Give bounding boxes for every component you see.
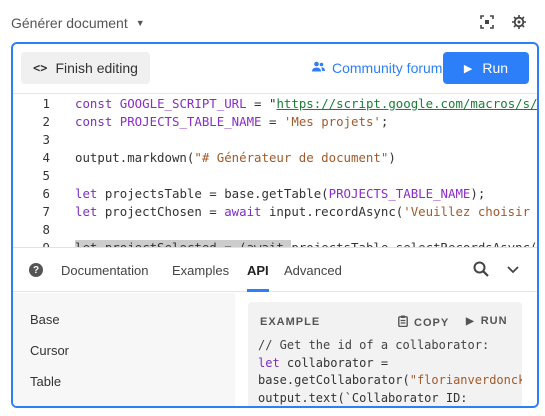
header-icons <box>479 14 527 30</box>
community-forum-label: Community forum <box>332 60 443 76</box>
example-code-line: // Get the id of a collaborator: <box>258 338 490 352</box>
block-title: Générer document <box>11 15 128 31</box>
code-line[interactable]: 6 let projectsTable = base.getTable(PROJE… <box>13 185 537 203</box>
copy-label: COPY <box>414 316 450 329</box>
code-editor[interactable]: 1 const GOOGLE_SCRIPT_URL = "https://scri… <box>13 95 537 247</box>
code-text: output.markdown("# Générateur de documen… <box>75 150 396 165</box>
finish-editing-label: Finish editing <box>55 60 138 76</box>
block-title-dropdown[interactable]: Générer document ▼ <box>11 15 145 31</box>
editor-toolbar: <> Finish editing Community forum ▶ Run <box>13 44 537 94</box>
users-icon <box>312 61 325 75</box>
code-line[interactable]: 8 <box>13 221 537 239</box>
docs-tab-bar: ? Documentation Examples API Advanced <box>13 248 537 292</box>
clipboard-icon <box>398 315 408 330</box>
chevron-down-icon[interactable] <box>506 262 520 276</box>
tab-documentation[interactable]: Documentation <box>61 263 148 278</box>
sidebar-item-table[interactable]: Table <box>30 374 61 389</box>
run-label: Run <box>482 60 509 76</box>
code-text: let projectsTable = base.getTable(PROJEC… <box>75 186 486 201</box>
code-text: const PROJECTS_TABLE_NAME = 'Mes projets… <box>75 114 389 129</box>
settings-icon[interactable] <box>511 14 527 30</box>
line-number: 9 <box>13 239 50 247</box>
search-icon[interactable] <box>473 261 489 277</box>
sidebar-item-cursor[interactable]: Cursor <box>30 343 69 358</box>
example-code-line: let collaborator = <box>258 355 389 370</box>
line-number: 4 <box>42 150 50 165</box>
line-number: 5 <box>42 168 50 183</box>
help-icon[interactable]: ? <box>29 263 43 277</box>
caret-down-icon: ▼ <box>135 18 145 28</box>
line-number: 8 <box>42 222 50 237</box>
active-tab-indicator <box>247 289 269 292</box>
example-code-box: EXAMPLE COPY ▶ RUN // Get the id of a co… <box>248 302 522 406</box>
tab-api[interactable]: API <box>247 263 269 278</box>
line-number: 2 <box>42 114 50 129</box>
example-code: // Get the id of a collaborator: let coll… <box>258 337 522 406</box>
code-text: let projectSelected = (await projectsTab… <box>75 239 537 247</box>
documentation-panel: ? Documentation Examples API Advanced Ba… <box>13 247 537 406</box>
copy-button[interactable]: COPY <box>398 315 449 330</box>
code-line[interactable]: 1 const GOOGLE_SCRIPT_URL = "https://scri… <box>13 95 537 113</box>
example-run-button[interactable]: ▶ RUN <box>466 315 508 327</box>
tab-examples[interactable]: Examples <box>172 263 229 278</box>
tab-advanced[interactable]: Advanced <box>284 263 342 278</box>
line-number: 7 <box>42 204 50 219</box>
line-number: 1 <box>42 96 50 111</box>
code-icon: <> <box>33 61 48 75</box>
sidebar-item-base[interactable]: Base <box>30 312 60 327</box>
code-line[interactable]: 2 const PROJECTS_TABLE_NAME = 'Mes projet… <box>13 113 537 131</box>
example-label: EXAMPLE <box>260 316 321 328</box>
play-icon: ▶ <box>463 62 473 75</box>
focus-icon[interactable] <box>479 14 495 30</box>
block-header: Générer document ▼ <box>0 0 545 44</box>
docs-sidebar: Base Cursor Table <box>13 293 235 406</box>
code-line[interactable]: 7 let projectChosen = await input.recordA… <box>13 203 537 221</box>
line-number: 3 <box>42 132 50 147</box>
code-text: const GOOGLE_SCRIPT_URL = "https://scrip… <box>75 96 537 111</box>
play-icon: ▶ <box>466 315 475 327</box>
code-text: let projectChosen = await input.recordAs… <box>75 204 531 219</box>
code-line[interactable]: 4 output.markdown("# Générateur de docume… <box>13 149 537 167</box>
code-line[interactable]: 3 <box>13 131 537 149</box>
example-run-label: RUN <box>480 315 508 327</box>
script-editor-panel: <> Finish editing Community forum ▶ Run … <box>11 42 539 408</box>
code-line[interactable]: 9 let projectSelected = (await projectsTa… <box>13 239 537 247</box>
run-button[interactable]: ▶ Run <box>443 52 529 84</box>
line-number: 6 <box>42 186 50 201</box>
example-code-line: output.text(`Collaborator ID: <box>258 390 468 405</box>
community-forum-link[interactable]: Community forum <box>312 60 442 76</box>
example-code-line: base.getCollaborator("florianverdonck <box>258 373 522 387</box>
code-line[interactable]: 5 <box>13 167 537 185</box>
finish-editing-button[interactable]: <> Finish editing <box>21 52 150 84</box>
